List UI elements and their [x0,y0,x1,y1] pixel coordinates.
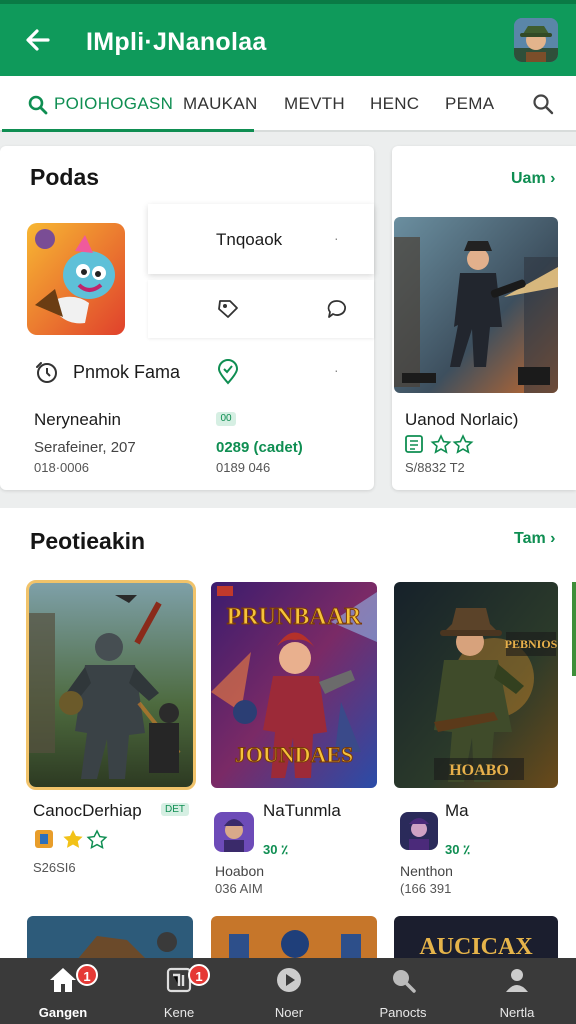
back-arrow-icon[interactable] [24,26,52,54]
game-name[interactable]: CanocDerhiap [33,801,142,821]
nav-item-home[interactable]: 1 Gangen [18,964,108,1020]
tag-heart-icon[interactable] [216,298,240,320]
game-cover-soldier[interactable] [26,580,196,790]
game-meta: Hoabon [215,863,265,879]
section-title: Peotieakin [30,528,146,554]
game-meta: Serafeiner, 207 [34,439,136,456]
status-badge: 00 [216,412,236,426]
timer-search-icon [36,362,57,383]
tab-maukan[interactable]: MAUKAN [183,94,258,114]
nav-item-profile[interactable]: Nertla [472,966,562,1020]
context-menu-top: Tnqoaok · [148,204,374,274]
notification-badge: 1 [76,964,98,986]
game-cover-partial[interactable] [211,916,377,960]
tab-pema[interactable]: PEMA [445,94,494,114]
app-title: IMpli·JNanolaa [86,28,267,56]
app-bar: IMpli·JNanolaa [0,0,576,76]
see-all-link[interactable]: Tam › [514,530,555,548]
game-name[interactable]: NaTunmla [263,801,341,821]
nav-item-search[interactable]: Panocts [358,966,448,1020]
game-price: 30 ٪ [445,842,471,857]
nav-label: Nertla [499,1005,535,1020]
see-all-link[interactable]: Uam › [511,170,555,188]
play-circle-icon [277,968,301,992]
popular-section-card-right: Uam › Uanod Norlaic) S/8832 T2 [392,146,576,490]
menu-item-label[interactable]: Pnmok Fama [73,362,180,383]
game-price: 30 ٪ [263,842,289,857]
game-icon-thumbnail[interactable] [27,223,125,335]
game-icon-small[interactable] [400,812,438,850]
tab-bar: POIOHOGASN MAUKAN MEVTH HENC PEMA [0,76,576,132]
nav-label: Kene [163,1005,195,1020]
game-meta: 018·0006 [34,460,89,475]
tab-poiohogasn[interactable]: POIOHOGASN [54,94,173,114]
context-menu-actions [148,280,374,338]
game-cover-partial[interactable]: AUCICAX [394,916,558,960]
game-cover-title: PRUNBAAR [227,604,362,630]
more-icon[interactable]: · [334,362,339,378]
next-card-edge [572,582,576,676]
rating-stars-icon [405,434,474,454]
game-meta: S/8832 T2 [405,460,465,475]
notification-badge: 1 [188,964,210,986]
nav-label: Noer [274,1005,304,1020]
nav-item-games[interactable]: 1 Kene [134,964,224,1020]
home-icon [50,968,76,992]
avatar[interactable] [514,18,558,62]
chat-bubble-icon[interactable] [326,298,348,320]
game-meta: (166 391 [400,881,452,896]
menu-item-label[interactable]: Tnqoaok [216,230,282,250]
game-cover-partial[interactable] [27,916,193,960]
game-cover-title: HOABO [449,762,509,779]
game-cover-gunslinger[interactable]: PEBNIOS HOABO [394,582,558,788]
popular-section-card: Podas Tnqoaok · Pnmok Fama · Neryneahin … [0,146,374,490]
nav-label: Panocts [379,1005,427,1020]
location-pin-icon[interactable] [216,359,240,385]
game-meta: S26SI6 [33,860,76,875]
active-tab-indicator [2,129,254,132]
game-meta: 0289 (cadet) [216,439,303,456]
tab-henc[interactable]: HENC [370,94,419,114]
game-cover-title: JOUNDAES [235,742,354,767]
game-cover-title: AUCICAX [419,934,533,960]
more-icon[interactable]: · [334,230,339,246]
featured-section-card: Peotieakin Tam › CanocDerhiap DET S26SI6… [0,508,576,960]
bottom-navigation: 1 Gangen 1 Kene Noer Panocts Nertla [0,958,576,1024]
game-name[interactable]: Uanod Norlaic) [405,410,518,430]
game-name[interactable]: Ma [445,801,469,821]
search-icon [28,95,48,115]
game-cover-agent[interactable] [394,217,558,393]
status-badge: DET [161,803,189,816]
avatar-image [514,18,558,62]
game-price: 0289 (cadet) [216,439,303,456]
game-cover-title: PEBNIOS [505,637,558,651]
game-meta: 0189 046 [216,460,271,475]
search-icon [393,970,416,993]
game-name[interactable]: Neryneahin [34,410,121,430]
search-icon[interactable] [532,93,554,115]
profile-icon [506,969,528,992]
section-title: Podas [30,164,100,190]
rating-stars-icon [35,829,108,850]
nav-item-play[interactable]: Noer [244,966,334,1020]
game-cover-heroine[interactable]: PRUNBAAR JOUNDAES [211,582,377,788]
tab-mevth[interactable]: MEVTH [284,94,345,114]
game-meta: 036 AIM [215,881,263,896]
game-icon-small[interactable] [214,812,254,852]
nav-label: Gangen [38,1005,88,1020]
game-meta: Nenthon [400,863,453,879]
